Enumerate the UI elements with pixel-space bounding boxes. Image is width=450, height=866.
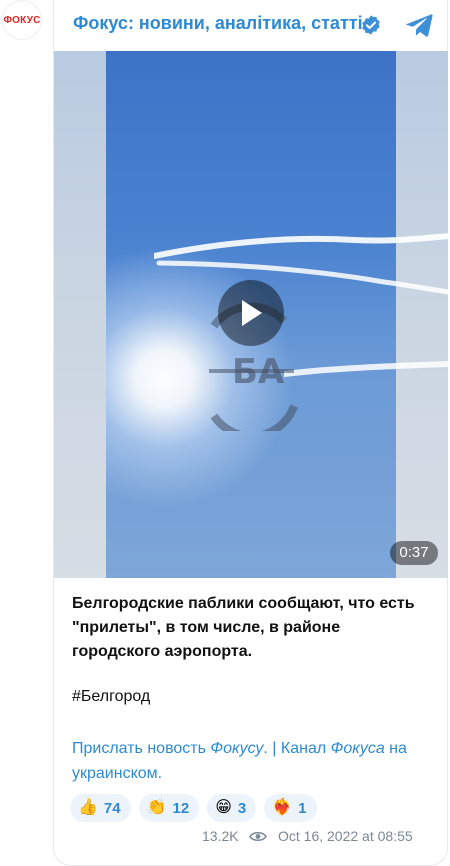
submit-news-link[interactable]: Прислать новость Фокусу: [72, 740, 263, 757]
thumbs-up-icon: 👍: [78, 799, 98, 816]
post-timestamp: Oct 16, 2022 at 08:55: [278, 828, 413, 844]
reaction-heart-fire[interactable]: ❤️‍🔥 1: [264, 794, 317, 822]
video-preview[interactable]: БА 0:37: [54, 51, 448, 578]
message-card: Фокус: новини, аналітика, статті БА 0:37…: [53, 0, 448, 866]
post-body: Белгородские паблики сообщают, что есть …: [72, 595, 415, 660]
views-count: 13.2K: [202, 828, 239, 844]
reactions-bar: 👍 74 👏 12 😁 3 ❤️‍🔥 1: [70, 794, 317, 824]
eye-icon: [249, 832, 267, 841]
reaction-count: 1: [298, 799, 307, 817]
heart-on-fire-icon: ❤️‍🔥: [272, 799, 293, 816]
play-icon: [242, 300, 262, 326]
telegram-share-icon[interactable]: [404, 12, 434, 38]
reaction-count: 12: [172, 799, 190, 817]
avatar-logo-text: ФОКУС: [3, 14, 41, 26]
links-separator: . |: [263, 740, 281, 757]
post-text: Белгородские паблики сообщают, что есть …: [72, 592, 432, 664]
channel-title[interactable]: Фокус: новини, аналітика, статті: [73, 13, 363, 34]
channel-avatar[interactable]: ФОКУС: [2, 0, 42, 40]
message-footer: 13.2K Oct 16, 2022 at 08:55: [54, 828, 432, 848]
hashtag-link[interactable]: #Белгород: [72, 688, 150, 706]
play-button[interactable]: [218, 280, 284, 346]
reaction-grin[interactable]: 😁 3: [207, 794, 257, 822]
verified-icon: [362, 15, 380, 35]
reaction-count: 3: [237, 799, 247, 817]
video-duration: 0:37: [390, 541, 438, 565]
clap-icon: 👏: [146, 799, 167, 816]
reaction-clap[interactable]: 👏 12: [138, 794, 200, 822]
blurred-backdrop-left: [54, 51, 106, 578]
grin-icon: 😁: [215, 799, 232, 816]
reaction-thumbs-up[interactable]: 👍 74: [70, 794, 131, 822]
post-links: Прислать новость Фокусу. | Канал Фокуса …: [72, 740, 407, 782]
blurred-backdrop-right: [396, 51, 448, 578]
contrail-1: [154, 233, 448, 295]
reaction-count: 74: [103, 799, 121, 817]
message-header: Фокус: новини, аналітика, статті: [54, 0, 449, 50]
